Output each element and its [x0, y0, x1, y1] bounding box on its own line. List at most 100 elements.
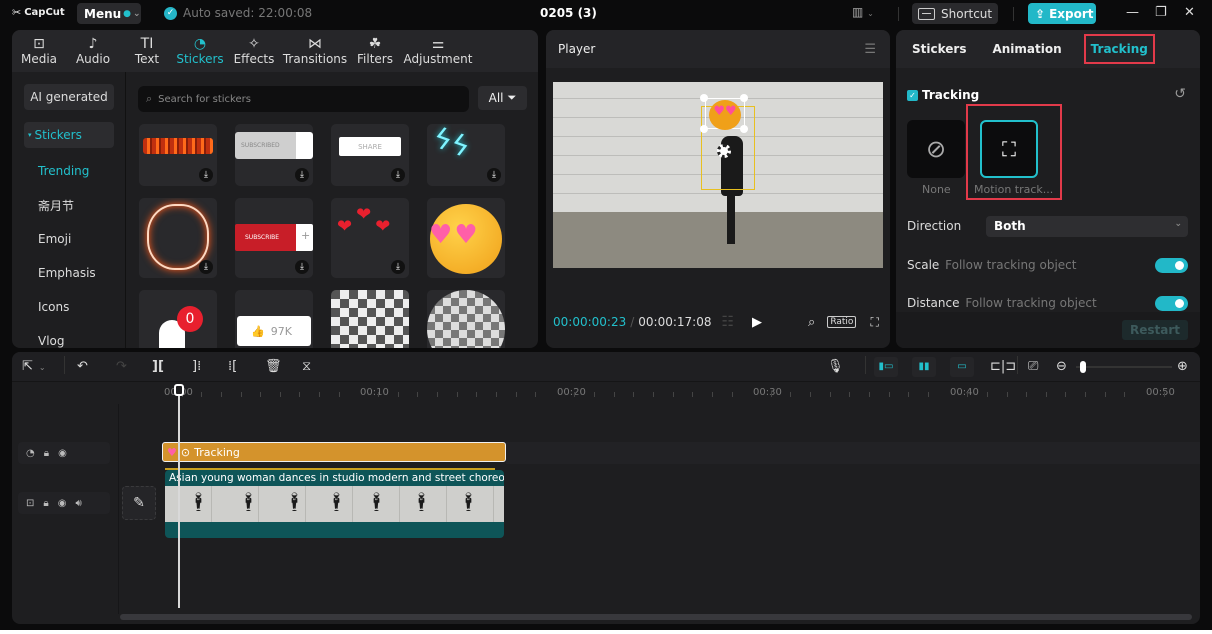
- tracking-option-none[interactable]: ⊘: [907, 120, 965, 178]
- preview-axis-icon[interactable]: ⊏|⊐: [990, 359, 1016, 374]
- cover-edit-button[interactable]: ✎: [122, 486, 156, 520]
- visibility-icon[interactable]: ◉: [58, 448, 67, 459]
- audio-icon[interactable]: 🔊︎: [75, 498, 81, 509]
- capcut-logo-icon: ✂: [12, 6, 22, 19]
- waveform-icon[interactable]: ☷: [721, 314, 734, 330]
- download-icon[interactable]: ⤓: [295, 168, 309, 182]
- sticker-track-icon: ◔: [26, 447, 35, 459]
- tab-filters[interactable]: ☘ Filters: [348, 30, 402, 72]
- lock-icon[interactable]: 🔒︎: [43, 498, 48, 509]
- heart-eyes-sticker-overlay[interactable]: ♥♥: [709, 100, 741, 130]
- zoom-in-icon[interactable]: ⊕: [1177, 359, 1188, 374]
- category-vlog[interactable]: Vlog: [24, 328, 114, 348]
- microphone-icon[interactable]: 🎙: [827, 359, 844, 374]
- playhead[interactable]: [178, 386, 180, 608]
- sticker-clip[interactable]: ♥ ⊙ Tracking: [162, 442, 506, 462]
- lock-icon[interactable]: 🔒︎: [44, 448, 49, 459]
- fullscreen-icon[interactable]: ⛶: [870, 315, 878, 330]
- sticker-item[interactable]: SUBSCRIBE + ⤓: [235, 198, 313, 278]
- undo-icon[interactable]: ↶: [77, 359, 88, 374]
- export-button[interactable]: ⇪ Export: [1028, 3, 1096, 24]
- menu-icon[interactable]: ☰: [864, 42, 876, 57]
- minimize-icon[interactable]: —: [1126, 5, 1139, 20]
- split-left-icon[interactable]: ]⁞: [192, 359, 201, 374]
- zoom-slider[interactable]: [1076, 366, 1172, 368]
- playhead-handle[interactable]: [174, 384, 184, 396]
- download-icon[interactable]: ⤓: [199, 260, 213, 274]
- zoom-slider-thumb[interactable]: [1080, 361, 1086, 373]
- tab-adjustment[interactable]: ⚌ Adjustment: [402, 30, 474, 72]
- ruler-minor-tick: [1104, 392, 1106, 397]
- tab-text[interactable]: TI Text: [120, 30, 174, 72]
- shortcut-button[interactable]: Shortcut: [912, 3, 998, 24]
- category-icons[interactable]: Icons: [24, 294, 114, 320]
- play-icon[interactable]: ▶: [752, 315, 762, 330]
- visibility-icon[interactable]: ◉: [58, 498, 67, 509]
- sticker-item[interactable]: ♥♥: [427, 198, 505, 278]
- tab-effects[interactable]: ✧ Effects: [226, 30, 282, 72]
- zoom-timeline-icon[interactable]: ⎚: [1028, 359, 1038, 374]
- time-ruler[interactable]: 00:00 00:10 00:20 00:30 00:40 00:50: [12, 382, 1200, 404]
- sticker-item[interactable]: [427, 290, 505, 348]
- delete-icon[interactable]: 🗑: [265, 359, 282, 374]
- menu-button[interactable]: Menu ● ⌄: [77, 3, 141, 24]
- split-icon[interactable]: ][: [152, 359, 164, 374]
- timeline-horizontal-scrollbar[interactable]: [120, 614, 1192, 620]
- tab-media[interactable]: ⊡ Media: [12, 30, 66, 72]
- category-stickers-group[interactable]: ▾ Stickers: [24, 122, 114, 148]
- category-emoji[interactable]: Emoji: [24, 226, 114, 252]
- direction-select[interactable]: Both ⌄: [986, 216, 1188, 237]
- sticker-item[interactable]: [331, 290, 409, 348]
- select-tool-icon[interactable]: ⇱ ⌄: [22, 359, 46, 374]
- split-right-icon[interactable]: ⁞[: [228, 359, 237, 374]
- category-trending[interactable]: Trending: [24, 158, 114, 184]
- video-clip[interactable]: Asian young woman dances in studio moder…: [165, 470, 504, 538]
- distance-toggle[interactable]: [1155, 296, 1188, 311]
- tab-transitions[interactable]: ⋈ Transitions: [282, 30, 348, 72]
- category-emphasis[interactable]: Emphasis: [24, 260, 114, 286]
- tab-tracking[interactable]: Tracking: [1083, 34, 1155, 64]
- download-icon[interactable]: ⤓: [487, 168, 501, 182]
- sticker-item[interactable]: SHARE ⤓: [331, 124, 409, 186]
- mirror-icon[interactable]: ⧖: [302, 359, 311, 374]
- layout-icon[interactable]: ▥ ⌄: [852, 5, 874, 19]
- filter-button[interactable]: All ⏷: [478, 86, 527, 110]
- sticker-item[interactable]: ϟϟ ⤓: [427, 124, 505, 186]
- sticker-item[interactable]: 👍 97K: [235, 290, 313, 348]
- restart-button[interactable]: Restart: [1122, 320, 1188, 340]
- zoom-out-icon[interactable]: ⊖: [1056, 359, 1067, 374]
- sticker-item[interactable]: ⤓: [139, 198, 217, 278]
- sticker-item[interactable]: ❤❤❤ ⤓: [331, 198, 409, 278]
- scale-toggle[interactable]: [1155, 258, 1188, 273]
- sticker-item[interactable]: SUBSCRIBED ⤓: [235, 124, 313, 186]
- tab-animation[interactable]: Animation: [988, 38, 1065, 60]
- main-track-magnet-icon[interactable]: ▮▭: [874, 357, 898, 377]
- category-ai-generated[interactable]: AI generated: [24, 84, 114, 110]
- download-icon[interactable]: ⤓: [391, 168, 405, 182]
- close-icon[interactable]: ✕: [1184, 5, 1195, 20]
- tab-audio[interactable]: ♪ Audio: [66, 30, 120, 72]
- ruler-minor-tick: [1163, 392, 1165, 397]
- sticker-search-input[interactable]: ⌕ Search for stickers: [138, 86, 469, 112]
- ratio-button[interactable]: Ratio: [827, 316, 857, 328]
- properties-panel: Stickers Animation Tracking ✓ Tracking ↺…: [896, 30, 1200, 348]
- reset-icon[interactable]: ↺: [1174, 86, 1186, 102]
- linkage-icon[interactable]: ▭: [950, 357, 974, 377]
- tracking-checkbox[interactable]: ✓ Tracking: [907, 88, 979, 102]
- restore-icon[interactable]: ❐: [1155, 5, 1167, 20]
- tab-stickers-props[interactable]: Stickers: [908, 38, 970, 60]
- download-icon[interactable]: ⤓: [391, 260, 405, 274]
- zoom-fit-icon[interactable]: ⌕: [808, 315, 815, 330]
- download-icon[interactable]: ⤓: [295, 260, 309, 274]
- download-icon[interactable]: ⤓: [199, 168, 213, 182]
- tab-stickers[interactable]: ◔ Stickers: [174, 30, 226, 72]
- sticker-item[interactable]: ⤓: [139, 124, 217, 186]
- tracking-option-motion[interactable]: ⛶: [980, 120, 1038, 178]
- category-ramadan[interactable]: 斋月节: [24, 192, 114, 218]
- auto-snap-icon[interactable]: ▮▮: [912, 357, 936, 377]
- sticker-item[interactable]: 0: [139, 290, 217, 348]
- rotate-handle-icon[interactable]: [717, 144, 731, 158]
- project-title[interactable]: 0205 (3): [540, 6, 597, 20]
- video-preview[interactable]: ♥♥: [553, 82, 883, 268]
- tracking-target-icon: ⊙: [180, 445, 191, 459]
